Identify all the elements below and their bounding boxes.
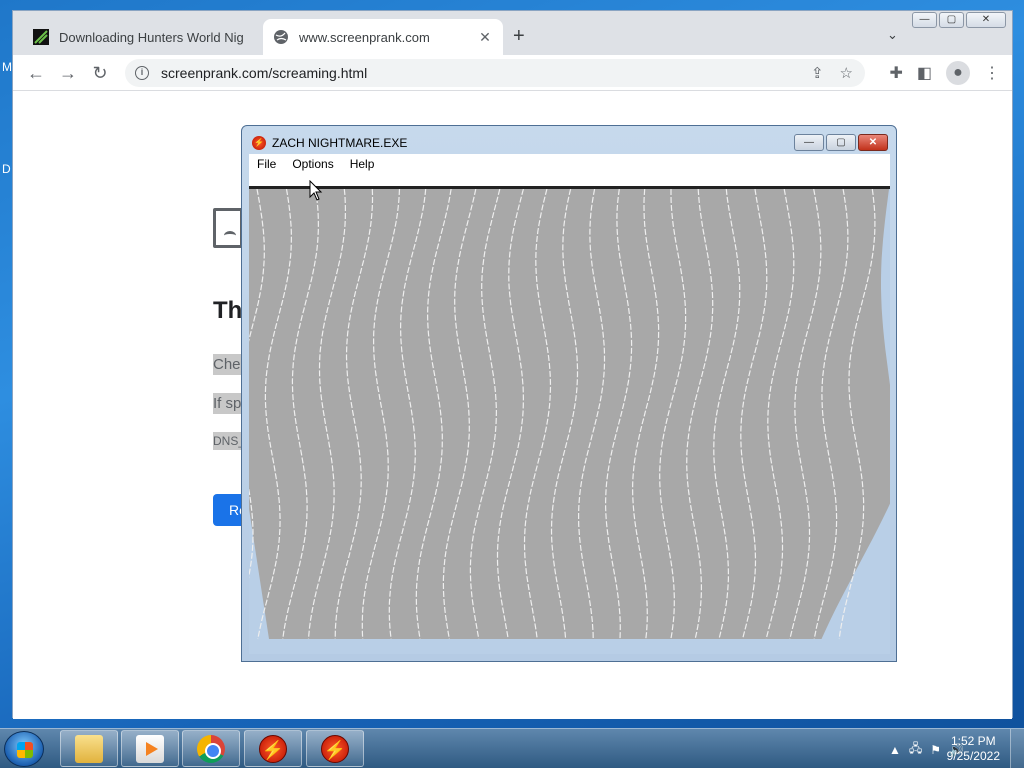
- window-controls: — ▢ ✕: [912, 12, 1006, 28]
- clock-date: 9/25/2022: [946, 749, 1000, 763]
- error-heading: Th: [213, 297, 243, 324]
- start-button[interactable]: [4, 731, 44, 767]
- tab-screenprank[interactable]: www.screenprank.com ✕: [263, 19, 503, 55]
- error-line: If sp: [213, 393, 242, 414]
- maximize-button[interactable]: ▢: [826, 134, 856, 151]
- tab-downloading[interactable]: Downloading Hunters World Nig: [23, 19, 263, 55]
- share-icon[interactable]: ⇪: [811, 64, 824, 82]
- menu-options[interactable]: Options: [284, 157, 341, 171]
- menu-kebab-icon[interactable]: ⋮: [984, 63, 1000, 83]
- taskbar-chrome[interactable]: [182, 730, 240, 767]
- new-tab-icon[interactable]: +: [513, 25, 525, 47]
- bookmark-star-icon[interactable]: ☆: [840, 64, 853, 82]
- chrome-icon: [197, 734, 225, 763]
- zach-nightmare-icon: ⚡: [259, 734, 287, 763]
- show-desktop-button[interactable]: [1010, 729, 1024, 768]
- sad-page-icon: [213, 208, 243, 248]
- download-favicon-icon: [33, 29, 49, 45]
- popup-window-controls: — ▢ ✕: [794, 134, 888, 151]
- glitch-pattern-image: [249, 189, 890, 654]
- zach-nightmare-icon: ⚡: [321, 734, 349, 763]
- taskbar-explorer[interactable]: [60, 730, 118, 767]
- clock-time: 1:52 PM: [950, 734, 996, 748]
- close-button[interactable]: ✕: [966, 12, 1006, 28]
- site-info-icon[interactable]: i: [135, 66, 149, 80]
- forward-icon[interactable]: →: [57, 62, 79, 84]
- mouse-cursor-icon: [309, 180, 323, 201]
- taskbar-media-player[interactable]: [121, 730, 179, 767]
- taskbar-zach-nightmare[interactable]: ⚡: [244, 730, 302, 767]
- clock[interactable]: 1:52 PM 9/25/2022: [947, 734, 1000, 764]
- tab-title: www.screenprank.com: [299, 29, 430, 45]
- url-text: screenprank.com/screaming.html: [161, 65, 368, 81]
- reload-icon[interactable]: ↻: [89, 62, 111, 84]
- zach-nightmare-window: ⚡ ZACH NIGHTMARE.EXE — ▢ ✕ File Options …: [241, 125, 897, 662]
- chevron-down-icon[interactable]: ⌄: [887, 27, 898, 43]
- maximize-button[interactable]: ▢: [939, 12, 964, 28]
- close-tab-icon[interactable]: ✕: [477, 29, 493, 46]
- show-hidden-icons-icon[interactable]: ▲: [889, 743, 901, 757]
- action-center-icon[interactable]: ⚑: [930, 743, 941, 757]
- folder-icon: [75, 734, 103, 763]
- globe-icon: [273, 29, 289, 45]
- menu-file[interactable]: File: [249, 157, 284, 171]
- menu-bar: File Options Help: [249, 154, 890, 174]
- close-button[interactable]: ✕: [858, 134, 888, 151]
- address-bar[interactable]: i screenprank.com/screaming.html ⇪ ☆: [125, 59, 865, 87]
- tab-strip: Downloading Hunters World Nig www.screen…: [13, 11, 1012, 55]
- taskbar: ⚡ ⚡ ▲ 🖧 ⚑ 🔊 1:52 PM 9/25/2022: [0, 728, 1024, 768]
- glitch-canvas: [249, 174, 890, 654]
- desktop-icon-label: D: [2, 162, 11, 176]
- network-icon[interactable]: 🖧: [909, 739, 922, 760]
- profile-avatar-icon[interactable]: ●: [946, 61, 970, 85]
- minimize-button[interactable]: —: [794, 134, 824, 151]
- minimize-button[interactable]: —: [912, 12, 937, 28]
- extensions-icon[interactable]: ✚: [889, 63, 902, 83]
- desktop-icon-label: M: [2, 60, 12, 74]
- side-panel-icon[interactable]: ◧: [917, 63, 932, 83]
- tab-title: Downloading Hunters World Nig: [59, 29, 244, 45]
- window-title: ZACH NIGHTMARE.EXE: [272, 136, 408, 150]
- menu-help[interactable]: Help: [342, 157, 383, 171]
- taskbar-zach-nightmare[interactable]: ⚡: [306, 730, 364, 767]
- zach-nightmare-icon: ⚡: [252, 136, 266, 150]
- browser-toolbar: ← → ↻ i screenprank.com/screaming.html ⇪…: [13, 55, 1012, 91]
- media-player-icon: [136, 734, 164, 763]
- back-icon[interactable]: ←: [25, 62, 47, 84]
